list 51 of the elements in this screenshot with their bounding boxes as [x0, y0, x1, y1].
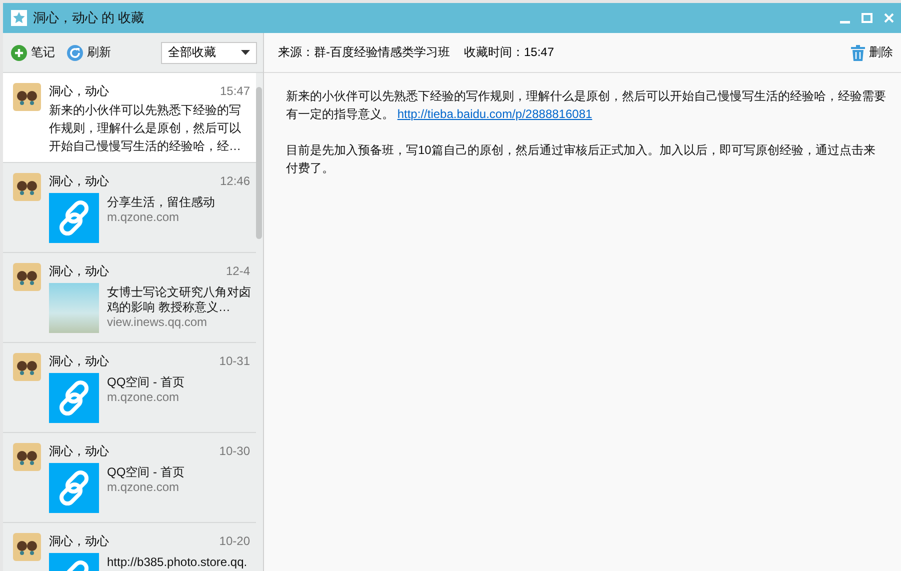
link-domain: m.qzone.com	[107, 390, 180, 404]
filter-dropdown[interactable]: 全部收藏	[161, 42, 257, 64]
author-name: 洞心，动心	[49, 263, 109, 279]
link-domain: m.qzone.com	[107, 480, 180, 494]
author-name: 洞心，动心	[49, 533, 109, 549]
item-time: 10-30	[219, 443, 250, 459]
link-title: http://b385.photo.store.qq.	[107, 555, 248, 570]
note-button[interactable]: 笔记	[11, 44, 55, 61]
link-icon	[49, 193, 99, 243]
favorite-item[interactable]: 洞心，动心 15:47 新来的小伙伴可以先熟悉下经验的写作规则，理解什么是原创，然后可以开始自己慢慢写生活的经验哈，经…	[3, 73, 256, 163]
item-time: 12-4	[226, 263, 250, 279]
avatar-image	[13, 83, 41, 111]
avatar-image	[13, 353, 41, 381]
source-label: 来源：群-百度经验情感类学习班	[278, 44, 450, 61]
item-time: 10-31	[219, 353, 250, 369]
author-name: 洞心，动心	[49, 353, 109, 369]
link-icon	[49, 463, 99, 513]
refresh-icon	[67, 44, 83, 60]
caret-icon	[241, 50, 250, 55]
author-name: 洞心，动心	[49, 443, 109, 459]
close-icon[interactable]	[883, 12, 895, 24]
avatar-image	[13, 533, 41, 561]
link-domain: view.inews.qq.com	[107, 315, 208, 329]
link-title: QQ空间 - 首页	[107, 375, 186, 390]
star-icon	[11, 10, 27, 26]
delete-button[interactable]: 删除	[851, 44, 893, 61]
plus-icon	[11, 44, 27, 60]
avatar-image	[13, 263, 41, 291]
message-paragraph: 目前是先加入预备班，写10篇自己的原创，然后通过审核后正式加入。加入以后，即可写原创经验，通过点击来付费了。	[286, 142, 876, 177]
item-time: 12:46	[220, 173, 250, 189]
window-title: 洞心，动心 的 收藏	[33, 9, 146, 27]
link-icon	[49, 373, 99, 423]
refresh-button[interactable]: 刷新	[67, 44, 111, 61]
message-paragraph: 新来的小伙伴可以先熟悉下经验的写作规则，理解什么是原创，然后可以开始自己慢慢写生活的经验哈，经验需要有一定的指导意义。 http://tieba.baidu.com/p/2888816081	[286, 88, 887, 123]
item-time: 15:47	[220, 83, 250, 99]
avatar-image	[13, 173, 41, 201]
item-time: 10-20	[219, 533, 250, 549]
author-name: 洞心，动心	[49, 83, 109, 99]
link-title: QQ空间 - 首页	[107, 465, 186, 480]
message-link[interactable]: http://tieba.baidu.com/p/2888816081	[397, 107, 592, 121]
avatar-image	[13, 443, 41, 471]
link-title: 女博士写论文研究八角对卤鸡的影响 教授称意义…	[107, 285, 252, 315]
maximize-icon[interactable]	[861, 12, 873, 24]
saved-time: 收藏时间：15:47	[464, 44, 554, 61]
photo-placeholder	[49, 283, 99, 333]
scrollbar-thumb[interactable]	[256, 87, 262, 239]
trash-icon	[851, 44, 865, 60]
author-name: 洞心，动心	[49, 173, 109, 189]
link-title: 分享生活，留住感动	[107, 195, 216, 210]
link-domain: m.qzone.com	[107, 210, 180, 224]
item-preview-text: 新来的小伙伴可以先熟悉下经验的写作规则，理解什么是原创，然后可以开始自己慢慢写生活的经验哈，经…	[49, 102, 242, 155]
